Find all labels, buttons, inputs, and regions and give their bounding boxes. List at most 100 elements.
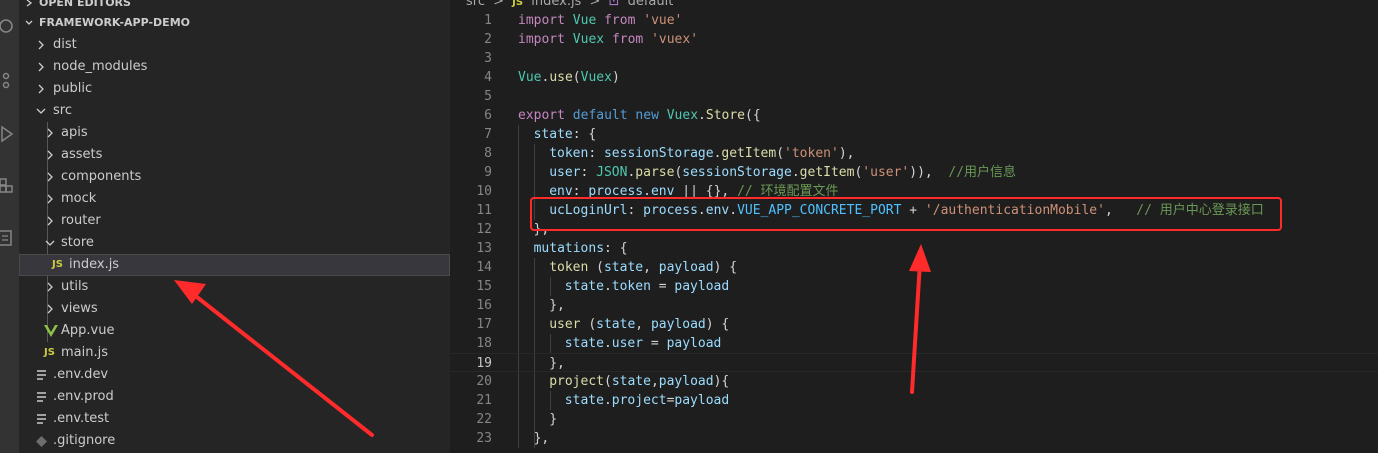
code-line[interactable]: 8 token: sessionStorage.getItem('token'), (450, 144, 1378, 163)
code-line[interactable]: 3 (450, 49, 1378, 68)
tree-file-index-js[interactable]: JS index.js (19, 254, 450, 276)
tree-folder-views[interactable]: views (19, 298, 450, 320)
git-file-icon (36, 436, 47, 447)
line-number: 8 (484, 146, 492, 161)
line-code: Vue.use(Vuex) (518, 70, 620, 85)
line-number: 15 (476, 279, 492, 294)
tree-folder-router[interactable]: router (19, 210, 450, 232)
line-code: user (state, payload) { (549, 317, 730, 332)
breadcrumb-item-file[interactable]: index.js (531, 0, 581, 9)
project-header[interactable]: FRAMEWORK-APP-DEMO (19, 14, 450, 32)
tree-folder-mock[interactable]: mock (19, 188, 450, 210)
tree-folder-utils[interactable]: utils (19, 276, 450, 298)
code-line[interactable]: 5 (450, 87, 1378, 106)
tree-folder-src[interactable]: src (19, 100, 450, 122)
code-line[interactable]: 6 export default new Vuex.Store({ (450, 106, 1378, 125)
code-line[interactable]: 9 user: JSON.parse(sessionStorage.getItem… (450, 163, 1378, 182)
code-line[interactable]: 22} (450, 410, 1378, 429)
tree-item-label: store (61, 235, 94, 250)
tree-item-label: dist (53, 37, 77, 52)
code-line[interactable]: 13 mutations: { (450, 239, 1378, 258)
line-number: 5 (484, 89, 492, 104)
tree-folder-public[interactable]: public (19, 78, 450, 100)
tree-item-label: src (53, 103, 72, 118)
js-file-icon: JS (512, 0, 524, 8)
annotation-highlight-box (530, 197, 1282, 231)
code-line[interactable]: 20 project(state,payload){ (450, 372, 1378, 391)
line-number: 7 (484, 127, 492, 142)
chevron-down-icon (25, 20, 33, 25)
code-line[interactable]: 17 user (state, payload) { (450, 315, 1378, 334)
line-code: state.project=payload (564, 393, 730, 408)
breadcrumb-item-src[interactable]: src (466, 0, 485, 9)
tree-item-label: utils (61, 279, 89, 294)
line-number: 2 (484, 32, 492, 47)
chevron-right-icon (38, 84, 44, 94)
line-code: token: sessionStorage.getItem('token'), (549, 146, 855, 161)
tree-item-label: components (61, 169, 142, 184)
tree-folder-apis[interactable]: apis (19, 122, 450, 144)
chevron-right-icon (47, 216, 53, 226)
settings-file-icon (37, 414, 46, 424)
line-number: 16 (476, 298, 492, 313)
tree-file-env-dev[interactable]: .env.dev (19, 364, 450, 386)
open-editors-header[interactable]: OPEN EDITORS (19, 0, 450, 12)
line-number: 23 (476, 431, 492, 446)
extensions-icon[interactable] (0, 176, 19, 196)
settings-file-icon (37, 392, 46, 402)
code-line[interactable]: 2 import Vuex from 'vuex' (450, 30, 1378, 49)
line-number: 17 (476, 317, 492, 332)
code-line[interactable]: 1 import Vue from 'vue' (450, 11, 1378, 30)
code-line[interactable]: 4 Vue.use(Vuex) (450, 68, 1378, 87)
chevron-right-icon (47, 282, 53, 292)
chevron-right-icon (47, 304, 53, 314)
tree-folder-node-modules[interactable]: node_modules (19, 56, 450, 78)
line-code: state.token = payload (564, 279, 730, 294)
code-line[interactable]: 21 state.project=payload (450, 391, 1378, 410)
tree-folder-components[interactable]: components (19, 166, 450, 188)
breadcrumb-separator: > (589, 0, 601, 9)
code-line[interactable]: 23}, (450, 429, 1378, 448)
tree-file-gitignore[interactable]: .gitignore (19, 430, 450, 452)
breadcrumb-item-symbol[interactable]: default (628, 0, 674, 9)
line-code: }, (533, 431, 550, 446)
code-line[interactable]: 16}, (450, 296, 1378, 315)
chevron-right-icon (38, 40, 44, 50)
tree-item-label: node_modules (53, 59, 148, 74)
code-line[interactable]: 18 state.user = payload (450, 334, 1378, 353)
line-code: }, (549, 356, 565, 371)
tree-item-label: .gitignore (53, 433, 116, 448)
line-number: 10 (476, 184, 492, 199)
line-number: 4 (484, 70, 492, 85)
tree-folder-assets[interactable]: assets (19, 144, 450, 166)
tree-folder-dist[interactable]: dist (19, 34, 450, 56)
line-number: 11 (476, 203, 492, 218)
line-code: user: JSON.parse(sessionStorage.getItem(… (549, 165, 1017, 180)
tree-file-env-prod[interactable]: .env.prod (19, 386, 450, 408)
code-line[interactable]: 15 state.token = payload (450, 277, 1378, 296)
line-code: }, (549, 298, 565, 313)
settings-file-icon (37, 370, 46, 380)
remote-explorer-icon[interactable] (0, 228, 19, 248)
source-control-icon[interactable] (0, 70, 19, 90)
line-number: 19 (476, 356, 492, 371)
line-code: project(state,payload){ (549, 374, 730, 389)
code-line[interactable]: 19}, (450, 353, 1378, 372)
tree-folder-store[interactable]: store (19, 232, 450, 254)
js-file-icon: JS (52, 259, 63, 270)
search-icon[interactable] (0, 16, 19, 36)
code-line[interactable]: 14 token (state, payload) { (450, 258, 1378, 277)
chevron-down-icon (36, 108, 46, 114)
tree-item-label: .env.test (53, 411, 110, 426)
line-code: } (549, 412, 558, 427)
tree-file-main-js[interactable]: JS main.js (19, 342, 450, 364)
chevron-right-icon (47, 128, 53, 138)
tree-file-app-vue[interactable]: App.vue (19, 320, 450, 342)
tree-item-label: mock (61, 191, 97, 206)
tree-item-label: App.vue (61, 323, 115, 338)
tree-item-label: apis (61, 125, 88, 140)
tree-item-label: public (53, 81, 93, 96)
run-debug-icon[interactable] (0, 124, 19, 144)
tree-file-env-test[interactable]: .env.test (19, 408, 450, 430)
code-line[interactable]: 7 state: { (450, 125, 1378, 144)
